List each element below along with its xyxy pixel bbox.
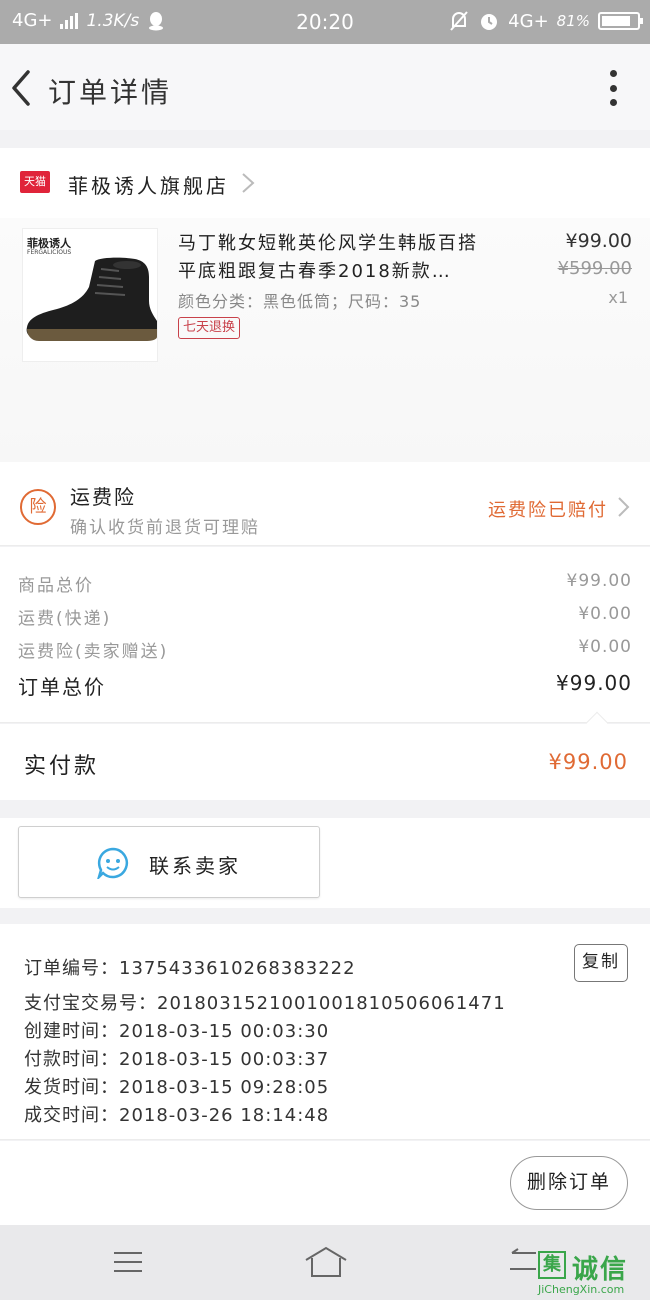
mute-alarm-icon (450, 11, 468, 31)
order-number: 订单编号：1375433610268383222 (24, 958, 356, 979)
menu-icon[interactable] (112, 1251, 144, 1273)
order-total-value: ¥99.00 (556, 671, 632, 695)
product-original-price: ¥599.00 (557, 258, 632, 279)
watermark-logo: 集 诚信 JiChengXin.com (534, 1245, 650, 1300)
delete-order-button[interactable]: 删除订单 (510, 1156, 628, 1210)
cost-label: 运费险(卖家赠送) (18, 642, 169, 662)
boot-image (26, 257, 157, 341)
cost-row: 运费(快递) ¥0.00 (18, 604, 632, 634)
insurance-status: 运费险已赔付 (488, 500, 608, 521)
alipay-trade-number: 支付宝交易号：2018031521001001810506061471 (24, 993, 506, 1014)
product-item[interactable]: 菲极诱人 FERGALICIOUS 马丁靴女短靴英伦风学生韩版百搭平底粗跟复古春… (0, 218, 650, 462)
shipped-time: 发货时间：2018-03-15 09:28:05 (24, 1077, 330, 1098)
chevron-right-icon (618, 497, 630, 517)
back-icon[interactable] (8, 68, 34, 108)
insurance-desc: 确认收货前退货可理赔 (70, 518, 260, 538)
more-icon[interactable] (608, 70, 618, 106)
battery-icon (598, 12, 643, 30)
cost-value: ¥99.00 (566, 571, 632, 591)
contact-seller-label: 联系卖家 (149, 854, 241, 878)
order-info: 订单编号：1375433610268383222 复制 支付宝交易号：20180… (0, 924, 650, 1140)
insurance-icon: 险 (20, 489, 56, 525)
page-title: 订单详情 (48, 76, 173, 109)
copy-button[interactable]: 复制 (574, 944, 628, 982)
product-quantity: x1 (608, 288, 628, 307)
top-nav-bar: 订单详情 (0, 44, 650, 130)
return-policy-tag: 七天退换 (178, 317, 241, 339)
cost-row: 商品总价 ¥99.00 (18, 571, 632, 601)
status-bar: 4G+ 1.3K/s 20:20 4G+ 81% (0, 0, 650, 44)
product-price: ¥99.00 (565, 230, 632, 252)
completed-time: 成交时间：2018-03-26 18:14:48 (24, 1105, 330, 1126)
shop-row[interactable]: 天猫 菲极诱人旗舰店 (0, 148, 650, 218)
amount-paid-value: ¥99.00 (548, 750, 628, 774)
cost-breakdown: 商品总价 ¥99.00 运费(快递) ¥0.00 运费险(卖家赠送) ¥0.00… (0, 547, 650, 723)
contact-section: 联系卖家 (0, 818, 650, 908)
alarm-icon (481, 14, 498, 30)
insurance-title: 运费险 (70, 485, 136, 509)
cost-row: 运费险(卖家赠送) ¥0.00 (18, 637, 632, 667)
contact-seller-button[interactable]: 联系卖家 (18, 826, 320, 898)
product-spec: 颜色分类：黑色低筒；尺码：35 (178, 292, 422, 311)
paid-time: 付款时间：2018-03-15 00:03:37 (24, 1049, 330, 1070)
tmall-badge: 天猫 (20, 171, 50, 193)
chat-bubble-icon (97, 847, 129, 879)
order-total-row: 订单总价 ¥99.00 (18, 671, 632, 701)
watermark-url: JiChengXin.com (538, 1283, 625, 1296)
cost-value: ¥0.00 (578, 604, 632, 624)
cost-value: ¥0.00 (578, 637, 632, 657)
amount-paid-row: 实付款 ¥99.00 (0, 711, 650, 800)
order-total-label: 订单总价 (18, 675, 106, 699)
product-title: 马丁靴女短靴英伦风学生韩版百搭平底粗跟复古春季2018新款… (178, 233, 478, 282)
watermark-box: 集 (538, 1251, 566, 1279)
shipping-insurance-row[interactable]: 险 运费险 确认收货前退货可理赔 运费险已赔付 (0, 462, 650, 546)
shop-name: 菲极诱人旗舰店 (68, 174, 229, 198)
home-icon[interactable] (304, 1246, 348, 1278)
network-indicator-right: 4G+ (508, 10, 549, 32)
created-time: 创建时间：2018-03-15 00:03:30 (24, 1021, 330, 1042)
chevron-right-icon (242, 173, 255, 193)
product-thumbnail[interactable]: 菲极诱人 FERGALICIOUS (22, 228, 158, 362)
cost-label: 商品总价 (18, 576, 94, 596)
amount-paid-label: 实付款 (24, 754, 100, 779)
battery-percent: 81% (556, 12, 590, 30)
cost-label: 运费(快递) (18, 609, 112, 629)
watermark-text: 诚信 (572, 1255, 629, 1285)
order-actions: 删除订单 (0, 1141, 650, 1225)
